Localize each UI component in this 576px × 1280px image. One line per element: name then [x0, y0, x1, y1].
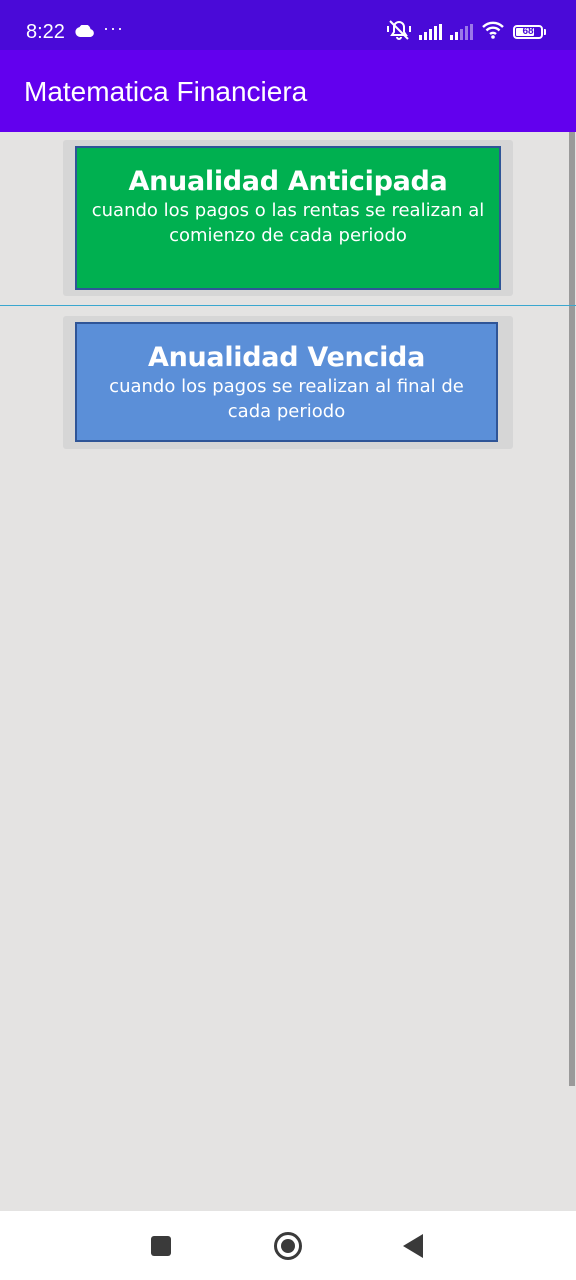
navigation-bar: [0, 1211, 576, 1280]
card-title: Anualidad Vencida: [147, 342, 425, 373]
scrollbar[interactable]: [569, 132, 575, 1086]
app-bar: Matematica Financiera: [0, 50, 576, 132]
status-time: 8:22: [26, 21, 65, 43]
card-title: Anualidad Anticipada: [128, 166, 448, 197]
cloud-icon: [75, 24, 95, 42]
divider: [0, 305, 576, 306]
battery-tip: [544, 29, 546, 35]
signal-icon: [450, 24, 473, 40]
signal-icon: [419, 24, 442, 40]
card-description: cuando los pagos o las rentas se realiza…: [91, 200, 485, 246]
app-title: Matematica Financiera: [24, 76, 308, 107]
battery-icon: 68: [513, 25, 543, 39]
status-bar: 8:22 ··· 68: [0, 0, 576, 50]
card-description: cuando los pagos se realizan al final de…: [109, 376, 464, 422]
recent-apps-icon[interactable]: [146, 1231, 176, 1261]
wifi-icon: [481, 21, 505, 44]
back-icon[interactable]: [398, 1231, 428, 1261]
mute-vibrate-icon: [387, 19, 411, 46]
anualidad-anticipada-button[interactable]: Anualidad Anticipada cuando los pagos o …: [75, 146, 501, 290]
home-icon[interactable]: [273, 1231, 303, 1261]
more-dots-icon: ···: [103, 18, 124, 38]
status-icons: 68: [387, 19, 546, 46]
battery-level: 68: [522, 26, 534, 37]
anualidad-vencida-button[interactable]: Anualidad Vencida cuando los pagos se re…: [75, 322, 498, 442]
